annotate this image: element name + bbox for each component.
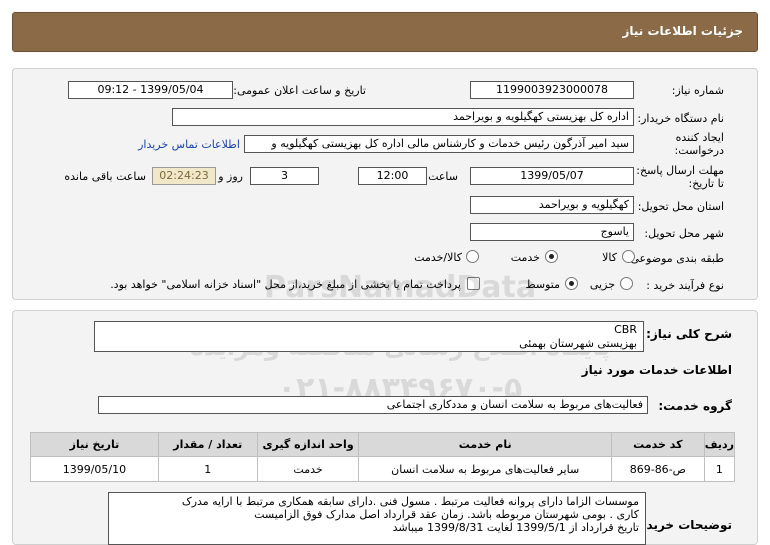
buyer-notes-line2: کاری . بومی شهرستان مربوطه باشد. زمان عق… — [254, 508, 639, 521]
creator-label-line2: درخواست: — [674, 144, 724, 157]
city-label: شهر محل تحویل: — [644, 227, 724, 240]
city-field: یاسوج — [470, 223, 634, 241]
col-row-number: ردیف — [703, 432, 736, 457]
deadline-label-line1: مهلت ارسال پاسخ: — [636, 164, 724, 177]
need-summary-field: CBR بهزیستی شهرستان بهمئی — [94, 321, 644, 352]
announce-label: تاریخ و ساعت اعلان عمومی: — [233, 84, 366, 97]
services-table: ردیف کد خدمت نام خدمت واحد اندازه گیری ت… — [30, 432, 736, 482]
page-header: جزئیات اطلاعات نیاز — [12, 12, 758, 52]
table-header-row: ردیف کد خدمت نام خدمت واحد اندازه گیری ت… — [30, 432, 736, 457]
creator-label-line1: ایجاد کننده — [675, 131, 724, 144]
category-radio-goods-service[interactable] — [466, 250, 479, 263]
col-unit: واحد اندازه گیری — [256, 432, 360, 457]
process-label: نوع فرآیند خرید : — [646, 279, 724, 292]
category-label: طبقه بندی موضوعی: — [626, 252, 724, 265]
deadline-time-label: ساعت — [428, 170, 458, 183]
category-radio-goods[interactable] — [622, 250, 635, 263]
buyer-contact-link[interactable]: اطلاعات تماس خریدار — [138, 138, 240, 151]
province-field: کهگیلویه و بویراحمد — [470, 196, 634, 214]
need-summary-label: شرح کلی نیاز: — [646, 327, 732, 341]
service-group-field: فعالیت‌های مربوط به سلامت انسان و مددکار… — [98, 396, 648, 414]
category-option-service: خدمت — [510, 251, 540, 264]
buyer-notes-field: موسسات الزاما دارای پروانه فعالیت مرتبط … — [108, 492, 646, 545]
cell-need-date: 1399/05/10 — [30, 456, 159, 482]
process-option-medium: متوسط — [525, 278, 560, 291]
deadline-label-line2: تا تاریخ: — [688, 177, 724, 190]
treasury-payment-note: پرداخت تمام یا بخشی از مبلغ خرید،از محل … — [110, 278, 461, 291]
days-label: روز و — [218, 170, 243, 183]
need-number-label: شماره نیاز: — [671, 84, 724, 97]
treasury-payment-checkbox[interactable] — [467, 277, 480, 290]
table-row: 1 ص-86-869 سایر فعالیت‌های مربوط به سلام… — [30, 456, 736, 482]
process-radio-medium[interactable] — [565, 277, 578, 290]
buyer-label: نام دستگاه خریدار: — [637, 112, 724, 125]
service-group-label: گروه خدمت: — [658, 399, 732, 413]
days-remaining-field: 3 — [250, 167, 319, 185]
cell-quantity: 1 — [157, 456, 258, 482]
remaining-time-label: ساعت باقی مانده — [64, 170, 146, 183]
need-summary-line1: CBR — [614, 323, 637, 336]
creator-field: سید امیر آذرگون رئیس خدمات و کارشناس مال… — [244, 135, 634, 153]
category-radio-service[interactable] — [545, 250, 558, 263]
cell-service-name: سایر فعالیت‌های مربوط به سلامت انسان — [358, 456, 612, 482]
buyer-field: اداره کل بهزیستی کهگیلویه و بویراحمد — [172, 108, 634, 126]
province-label: استان محل تحویل: — [637, 200, 724, 213]
deadline-time-field: 12:00 — [358, 167, 427, 185]
services-heading: اطلاعات خدمات مورد نیاز — [581, 363, 732, 377]
process-option-minor: جزیی — [589, 278, 615, 291]
cell-row-number: 1 — [703, 456, 736, 482]
announce-field: 1399/05/04 - 09:12 — [68, 81, 233, 99]
cell-service-code: ص-86-869 — [610, 456, 705, 482]
col-quantity: تعداد / مقدار — [157, 432, 258, 457]
need-summary-line2: بهزیستی شهرستان بهمئی — [519, 337, 637, 350]
process-radio-minor[interactable] — [620, 277, 633, 290]
need-number-field: 1199003923000078 — [470, 81, 634, 99]
buyer-notes-line1: موسسات الزاما دارای پروانه فعالیت مرتبط … — [181, 495, 639, 508]
category-option-goods-service: کالا/خدمت — [414, 251, 462, 264]
remaining-time-field: 02:24:23 — [152, 167, 216, 185]
buyer-notes-line3: تاریخ قرارداد از 1399/5/1 لغایت 1399/8/3… — [392, 521, 639, 534]
col-service-code: کد خدمت — [610, 432, 705, 457]
page-title: جزئیات اطلاعات نیاز — [622, 24, 743, 38]
col-service-name: نام خدمت — [358, 432, 612, 457]
col-need-date: تاریخ نیاز — [30, 432, 159, 457]
cell-unit: خدمت — [256, 456, 360, 482]
category-option-goods: کالا — [602, 251, 617, 264]
deadline-date-field: 1399/05/07 — [470, 167, 634, 185]
